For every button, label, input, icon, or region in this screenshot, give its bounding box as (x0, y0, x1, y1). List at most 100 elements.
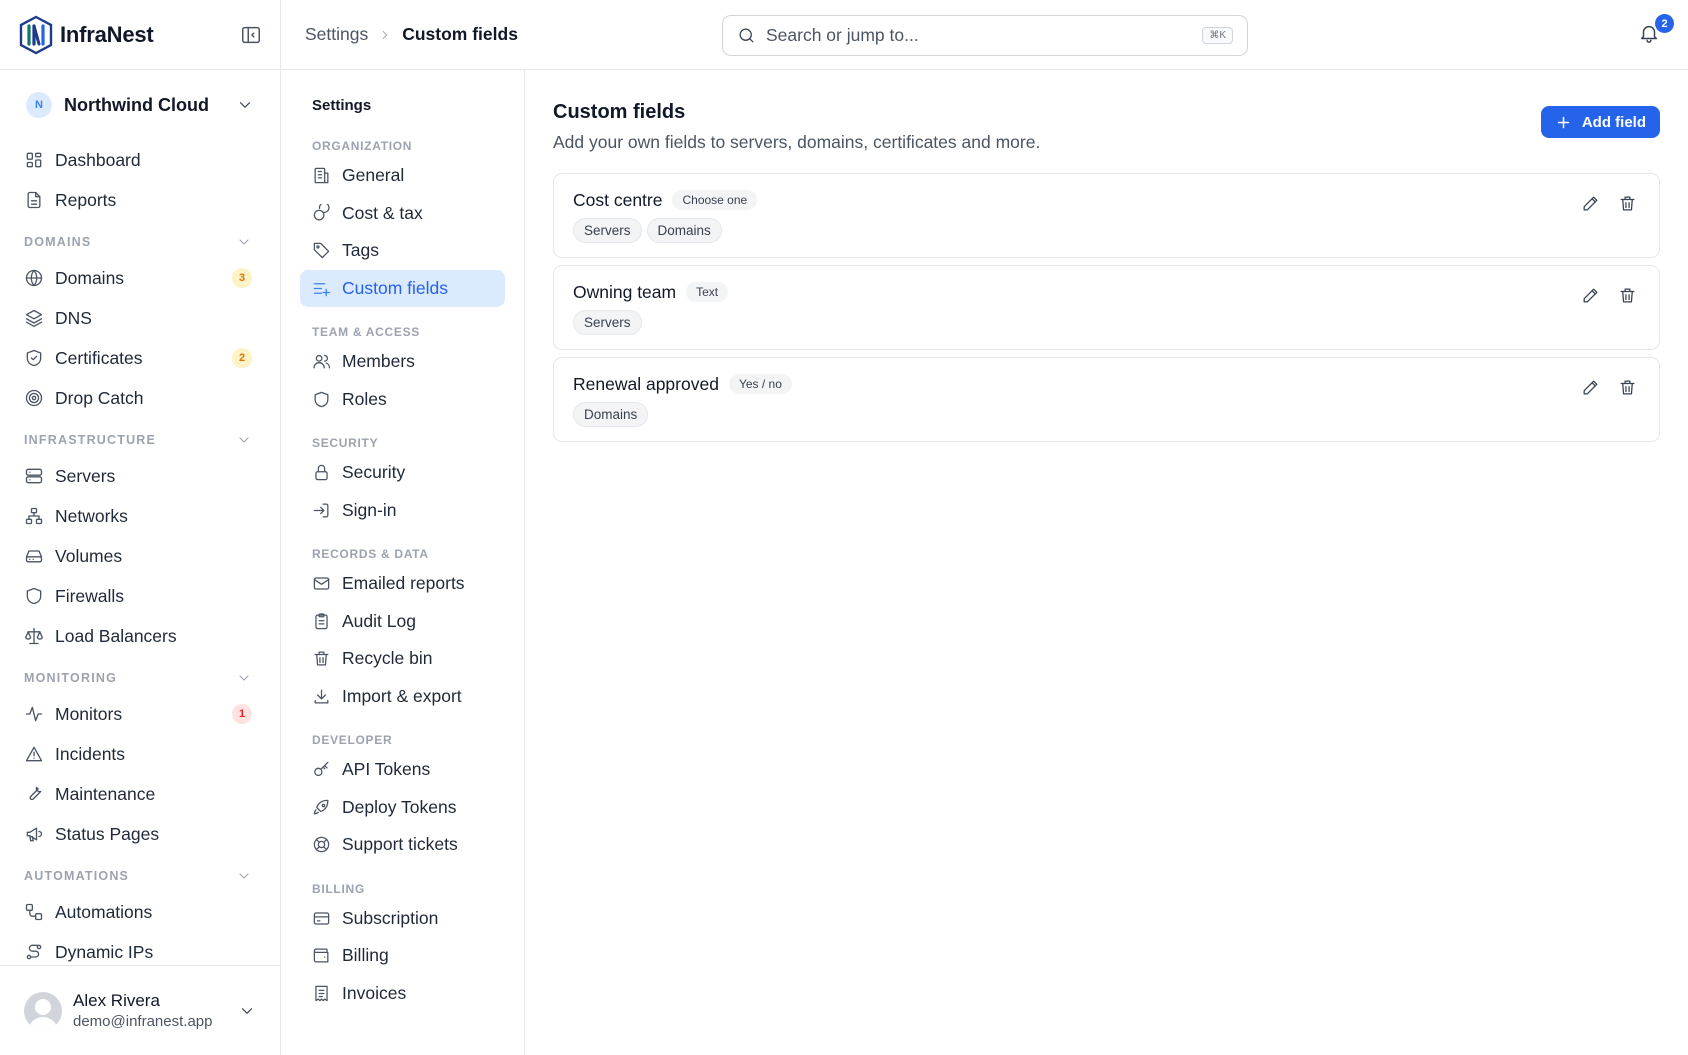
activity-icon (24, 704, 44, 724)
add-field-button[interactable]: Add field (1540, 106, 1660, 138)
lifebuoy-icon (312, 835, 331, 854)
user-menu[interactable]: Alex Rivera demo@infranest.app (0, 965, 280, 1055)
field-type-badge: Text (686, 282, 729, 302)
field-type-badge: Yes / no (728, 374, 792, 394)
settings-item-general[interactable]: General (300, 157, 505, 195)
sidebar-item-maintenance[interactable]: Maintenance (24, 774, 256, 814)
edit-pencil-icon[interactable] (1581, 286, 1600, 305)
sidebar-item-label: Volumes (55, 545, 123, 566)
sidebar-item-domains[interactable]: Domains 3 (24, 258, 256, 298)
shield-check-icon (24, 348, 44, 368)
settings-item-label: Members (342, 351, 415, 372)
settings-item-tags[interactable]: Tags (300, 232, 505, 270)
nav-section-monitoring[interactable]: MONITORING (24, 656, 256, 694)
count-badge: 1 (232, 704, 252, 724)
count-badge: 3 (232, 268, 252, 288)
sidebar-item-volumes[interactable]: Volumes (24, 536, 256, 576)
settings-item-roles[interactable]: Roles (300, 381, 505, 419)
field-list: Cost centre Choose one Servers Domains Own… (553, 173, 1660, 442)
sidebar-item-label: Domains (55, 267, 125, 288)
search-input[interactable]: Search or jump to... ⌘K (722, 15, 1248, 56)
settings-item-support-tickets[interactable]: Support tickets (300, 826, 505, 864)
settings-item-subscription[interactable]: Subscription (300, 900, 505, 938)
search-placeholder: Search or jump to... (766, 25, 919, 45)
sidebar-item-dns[interactable]: DNS (24, 298, 256, 338)
collapse-sidebar-icon[interactable] (240, 24, 262, 46)
org-switcher[interactable]: N Northwind Cloud (0, 70, 280, 140)
field-name: Cost centre (573, 189, 663, 210)
notifications-badge: 2 (1655, 14, 1674, 33)
sidebar-item-label: Networks (55, 505, 128, 526)
nav-section-automations[interactable]: AUTOMATIONS (24, 854, 256, 892)
coins-icon (312, 204, 331, 223)
sidebar-item-incidents[interactable]: Incidents (24, 734, 256, 774)
settings-group-organization: ORGANIZATION (312, 139, 413, 153)
delete-trash-icon[interactable] (1618, 286, 1637, 305)
nav-section-domains[interactable]: DOMAINS (24, 220, 256, 258)
settings-item-api-tokens[interactable]: API Tokens (300, 751, 505, 789)
entity-chip: Domains (646, 218, 722, 243)
chevron-down-icon (236, 234, 252, 250)
settings-item-label: Support tickets (342, 834, 458, 855)
sidebar-item-label: Monitors (55, 703, 123, 724)
scale-icon (24, 626, 44, 646)
settings-item-label: API Tokens (342, 759, 431, 780)
settings-item-cost-and-tax[interactable]: Cost & tax (300, 195, 505, 233)
sidebar-item-label: Maintenance (55, 783, 156, 804)
sidebar-item-reports[interactable]: Reports (24, 180, 256, 220)
settings-item-billing[interactable]: Billing (300, 937, 505, 975)
nav-section-infrastructure[interactable]: INFRASTRUCTURE (24, 418, 256, 456)
settings-item-security[interactable]: Security (300, 454, 505, 492)
sidebar-item-drop-catch[interactable]: Drop Catch (24, 378, 256, 418)
delete-trash-icon[interactable] (1618, 194, 1637, 213)
settings-item-label: Custom fields (342, 277, 449, 298)
sidebar-item-monitors[interactable]: Monitors 1 (24, 694, 256, 734)
users-icon (312, 352, 331, 371)
sidebar-item-load-balancers[interactable]: Load Balancers (24, 616, 256, 656)
notifications-button[interactable]: 2 (1638, 14, 1674, 48)
settings-nav-title: Settings (312, 97, 372, 114)
sidebar-item-label: DNS (55, 307, 92, 328)
settings-group-security: SECURITY (312, 436, 379, 450)
mail-icon (312, 574, 331, 593)
settings-item-members[interactable]: Members (300, 343, 505, 381)
settings-item-custom-fields[interactable]: Custom fields (300, 269, 505, 307)
settings-item-emailed-reports[interactable]: Emailed reports (300, 565, 505, 603)
sidebar-item-certificates[interactable]: Certificates 2 (24, 338, 256, 378)
sidebar-item-firewalls[interactable]: Firewalls (24, 576, 256, 616)
settings-item-invoices[interactable]: Invoices (300, 975, 505, 1013)
edit-pencil-icon[interactable] (1581, 378, 1600, 397)
entity-chip: Servers (573, 310, 642, 335)
settings-item-import-and-export[interactable]: Import & export (300, 678, 505, 716)
field-card-renewal-approved: Renewal approved Yes / no Domains (553, 357, 1660, 442)
sidebar-item-label: Drop Catch (55, 387, 144, 408)
sidebar-item-label: Dashboard (55, 149, 141, 170)
sidebar-item-dashboard[interactable]: Dashboard (24, 140, 256, 180)
sidebar-item-label: Certificates (55, 347, 143, 368)
nav-section-title: DOMAINS (24, 235, 92, 249)
sidebar-item-networks[interactable]: Networks (24, 496, 256, 536)
settings-group-billing: BILLING (312, 881, 365, 896)
settings-item-recycle-bin[interactable]: Recycle bin (300, 640, 505, 678)
app-sidebar: InfraNest N Northwind Cloud Dashboard Rep… (0, 0, 281, 1055)
wallet-icon (312, 946, 331, 965)
delete-trash-icon[interactable] (1618, 378, 1637, 397)
sidebar-item-label: Incidents (55, 743, 126, 764)
credit-card-icon (312, 909, 331, 928)
settings-item-sign-in[interactable]: Sign-in (300, 492, 505, 530)
add-field-label: Add field (1581, 113, 1646, 131)
settings-group-records-and-data: RECORDS & DATA (312, 547, 429, 561)
edit-pencil-icon[interactable] (1581, 194, 1600, 213)
sidebar-item-automations[interactable]: Automations (24, 892, 256, 932)
sidebar-item-servers[interactable]: Servers (24, 456, 256, 496)
alert-icon (24, 744, 44, 764)
entity-chip: Servers (573, 218, 642, 243)
field-type-badge: Choose one (672, 190, 758, 210)
list-plus-icon (312, 279, 331, 298)
page-title: Custom fields (553, 101, 686, 123)
breadcrumb-settings[interactable]: Settings (305, 24, 368, 45)
sidebar-item-status-pages[interactable]: Status Pages (24, 814, 256, 854)
megaphone-icon (24, 824, 44, 844)
settings-item-deploy-tokens[interactable]: Deploy Tokens (300, 789, 505, 827)
settings-item-audit-log[interactable]: Audit Log (300, 603, 505, 641)
